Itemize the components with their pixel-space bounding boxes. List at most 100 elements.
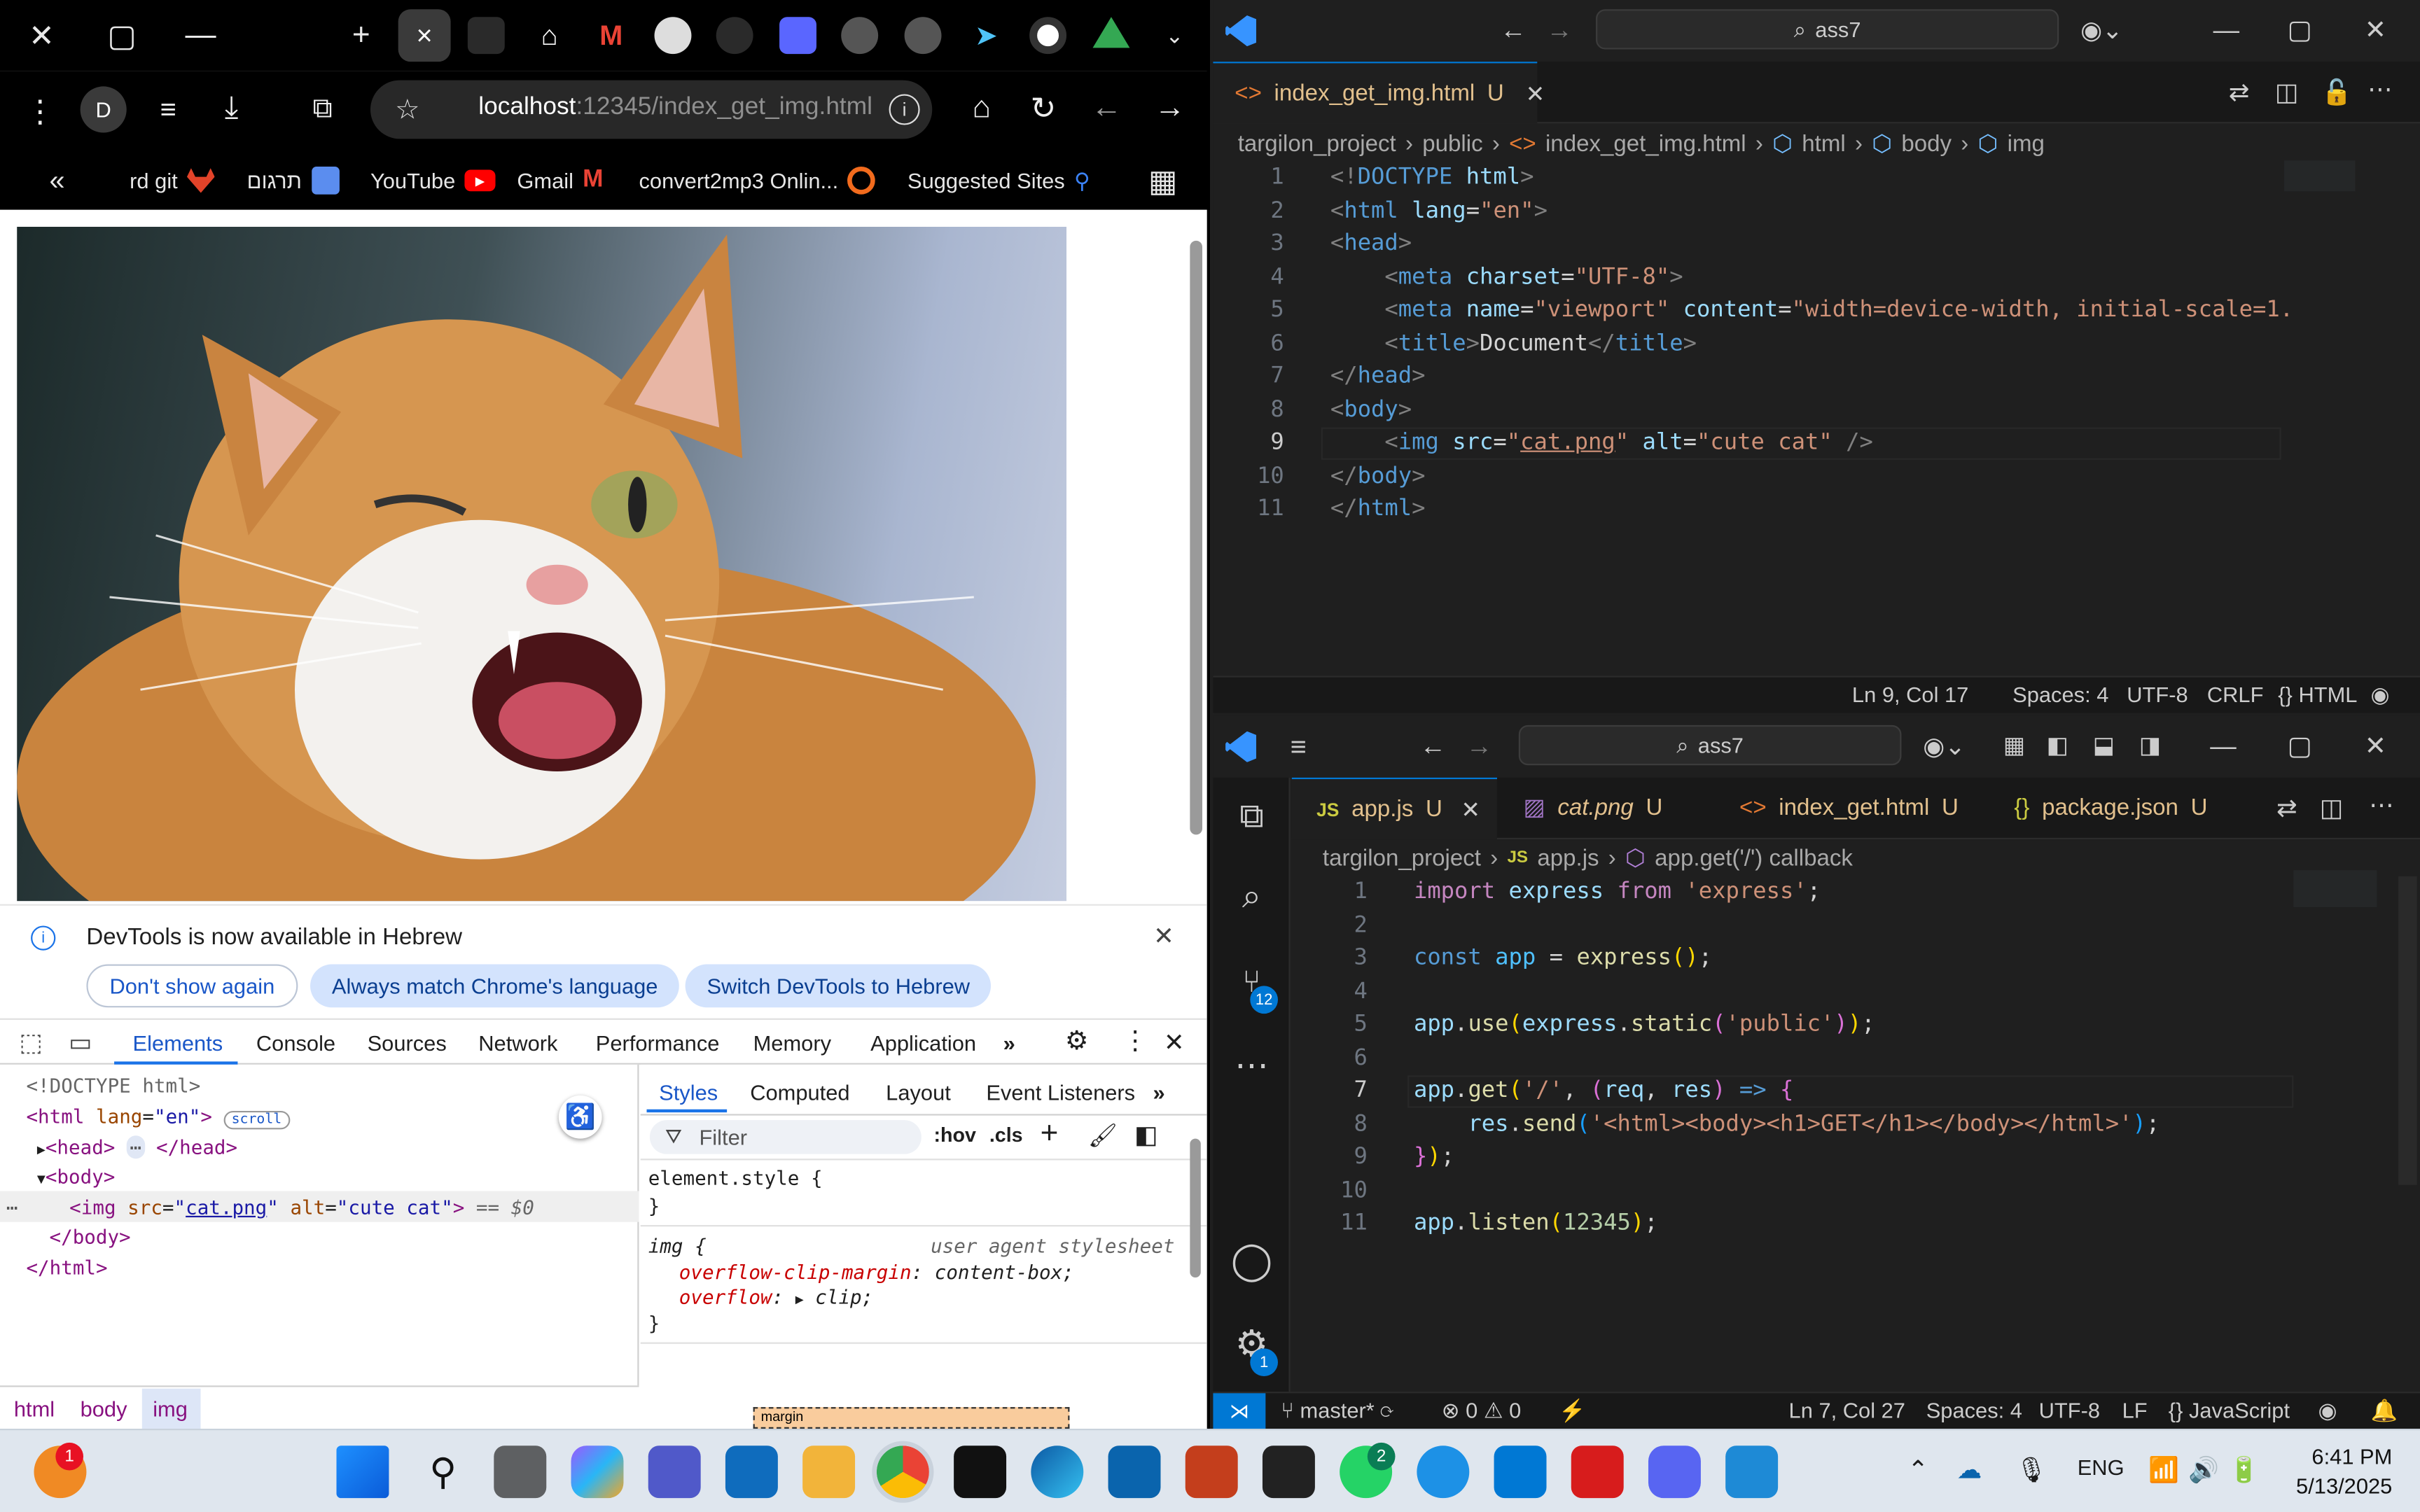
switch-devtools-hebrew-button[interactable]: Switch DevTools to Hebrew <box>685 964 992 1008</box>
accounts-icon[interactable]: ◯ <box>1228 1238 1274 1284</box>
vs1-encoding[interactable]: UTF-8 <box>2127 682 2188 706</box>
microphone-icon[interactable]: 🎙 <box>2016 1455 2047 1485</box>
more-actions-icon[interactable]: ⋯ <box>2367 74 2392 105</box>
crumb-project[interactable]: targilon_project <box>1323 845 1481 871</box>
vs2-command-center[interactable]: ⌕ ass7 <box>1518 724 1902 766</box>
media-icon[interactable]: ≡ <box>148 90 188 130</box>
tab-computed[interactable]: Computed <box>750 1080 849 1105</box>
vs2-minimize-icon[interactable]: — <box>2210 732 2236 762</box>
styles-scroll-thumb[interactable] <box>1190 1138 1201 1278</box>
minimize-icon[interactable]: — <box>177 13 223 59</box>
vs2-scrollbar[interactable] <box>2398 876 2417 1185</box>
crumb-body[interactable]: body <box>1901 130 1952 156</box>
tab-cat-png[interactable]: ▨ cat.png U <box>1523 778 1662 836</box>
dom-doctype[interactable]: <!DOCTYPE html> <box>26 1074 200 1097</box>
vs1-eol[interactable]: CRLF <box>2207 682 2264 706</box>
home-icon[interactable]: ⌂ <box>960 86 1003 130</box>
explorer-icon[interactable]: ⧉ <box>1228 793 1274 839</box>
bookmark-rd-git[interactable]: rd git <box>130 160 215 200</box>
element-style-rule[interactable]: element.style { <box>648 1166 823 1189</box>
vs2-close-icon[interactable]: ✕ <box>2365 732 2386 762</box>
globe-tab-icon[interactable] <box>841 17 879 55</box>
gmail-tab-icon[interactable]: M <box>592 17 630 54</box>
crumb-callback[interactable]: app.get('/') callback <box>1655 845 1853 871</box>
dom-node-menu-icon[interactable]: ⋯ <box>6 1196 18 1219</box>
inspect-icon[interactable]: ⬚ <box>15 1028 46 1058</box>
bookmark-gmail[interactable]: Gmail M <box>517 160 603 200</box>
nav-back-icon[interactable]: ← <box>1500 15 1526 46</box>
settings-gear-icon[interactable]: ⚙ <box>1065 1026 1089 1057</box>
hamburger-menu-icon[interactable]: ≡ <box>1291 732 1307 764</box>
dom-body[interactable]: ▼<body> <box>37 1165 115 1188</box>
problems-indicator[interactable]: ⊗ 0 ⚠ 0 <box>1442 1398 1522 1424</box>
tab-performance[interactable]: Performance <box>596 1030 720 1055</box>
cls-toggle[interactable]: .cls <box>989 1124 1023 1147</box>
vscode-taskbar-icon[interactable] <box>1494 1446 1547 1499</box>
hov-toggle[interactable]: :hov <box>933 1124 976 1147</box>
copilot-taskbar-icon[interactable] <box>571 1446 624 1499</box>
vs1-code[interactable]: <!DOCTYPE html> <html lang="en"> <head> … <box>1330 160 2398 525</box>
split-editor-icon[interactable]: ◫ <box>2320 793 2343 824</box>
address-bar[interactable]: ☆ localhost:12345/index_get_img.html i <box>370 80 933 139</box>
vs2-copilot-status-icon[interactable]: ◉ <box>2318 1398 2337 1424</box>
compare-icon[interactable]: ⇄ <box>2276 793 2297 824</box>
globe-tab-icon-2[interactable] <box>904 17 942 55</box>
terminal-icon[interactable] <box>954 1446 1007 1499</box>
crumb-img[interactable]: img <box>2008 130 2045 156</box>
vs1-language[interactable]: {} HTML <box>2278 682 2357 706</box>
vs2-eol[interactable]: LF <box>2122 1398 2148 1422</box>
edge-icon[interactable] <box>1031 1446 1084 1499</box>
page-scrollbar[interactable] <box>1185 216 1207 902</box>
input-language[interactable]: ENG <box>2078 1455 2125 1479</box>
tab-application[interactable]: Application <box>870 1030 976 1055</box>
volume-icon[interactable]: 🔊 <box>2188 1455 2219 1485</box>
github-tab-icon[interactable] <box>467 17 505 55</box>
tab-elements[interactable]: Elements <box>133 1030 223 1055</box>
download-icon[interactable]: ⤓ <box>210 86 253 130</box>
menu-icon[interactable]: ⋮ <box>25 92 55 130</box>
tab-close-icon[interactable]: ✕ <box>1526 80 1545 107</box>
dom-html[interactable]: <html lang="en"> scroll <box>26 1105 290 1130</box>
prop-overflow[interactable]: overflow: ▶ clip; <box>679 1285 873 1308</box>
more-views-icon[interactable]: ⋯ <box>1228 1043 1274 1089</box>
search-icon[interactable]: ⚲ <box>417 1446 469 1498</box>
crumb-project[interactable]: targilon_project <box>1238 130 1396 156</box>
apps-grid-icon[interactable]: ▦ <box>1148 160 1178 200</box>
vs2-maximize-icon[interactable]: ▢ <box>2287 732 2311 762</box>
task-view-icon[interactable] <box>494 1446 547 1499</box>
dom-html-close[interactable]: </html> <box>26 1256 107 1279</box>
vs2-code[interactable]: import express from 'express'; const app… <box>1414 875 2402 1240</box>
toggle-secondary-icon[interactable]: ◨ <box>2139 732 2161 759</box>
nav-forward-icon[interactable]: → <box>1547 15 1573 46</box>
crumb-html[interactable]: html <box>14 1396 55 1421</box>
vs1-indent[interactable]: Spaces: 4 <box>2012 682 2108 706</box>
openai-tab-icon[interactable] <box>1029 17 1067 55</box>
vs1-minimize-icon[interactable]: — <box>2213 15 2239 46</box>
scrollbar-thumb[interactable] <box>1190 240 1202 835</box>
more-actions-icon[interactable]: ⋯ <box>2369 790 2393 820</box>
prop-overflow-clip-margin[interactable]: overflow-clip-margin: content-box; <box>679 1261 1074 1284</box>
photos-icon[interactable] <box>1725 1446 1779 1499</box>
remote-indicator-icon[interactable]: ⋊ <box>1213 1393 1266 1431</box>
close-window-icon[interactable]: ✕ <box>18 13 64 59</box>
new-tab-icon[interactable]: + <box>338 13 384 59</box>
sidebar-toggle-icon[interactable]: ◧ <box>1134 1120 1157 1151</box>
bookmark-youtube[interactable]: YouTube ▶ <box>370 160 496 200</box>
dom-head[interactable]: ▶<head> ⋯ </head> <box>37 1135 237 1159</box>
styles-filter-input[interactable]: ⛛ Filter <box>649 1120 922 1154</box>
always-match-language-button[interactable]: Always match Chrome's language <box>310 964 680 1008</box>
outlook-icon[interactable] <box>1108 1446 1161 1499</box>
split-editor-icon[interactable]: ◫ <box>2275 77 2298 108</box>
discord-icon[interactable] <box>1648 1446 1701 1499</box>
vs2-indent[interactable]: Spaces: 4 <box>1926 1398 2022 1422</box>
crumb-public[interactable]: public <box>1422 130 1482 156</box>
debug-icon[interactable]: ⚡ <box>1559 1398 1585 1424</box>
tab-memory[interactable]: Memory <box>753 1030 831 1055</box>
reload-icon[interactable]: ↻ <box>1022 86 1065 130</box>
toggle-sidebar-icon[interactable]: ◧ <box>2047 732 2068 759</box>
restore-icon[interactable]: ▢ <box>99 13 145 59</box>
panda-tab-icon[interactable] <box>654 17 692 55</box>
dont-show-again-button[interactable]: Don't show again <box>86 964 298 1008</box>
tab-package-json[interactable]: {} package.json U <box>2014 778 2207 836</box>
scroll-badge[interactable]: scroll <box>223 1110 290 1130</box>
